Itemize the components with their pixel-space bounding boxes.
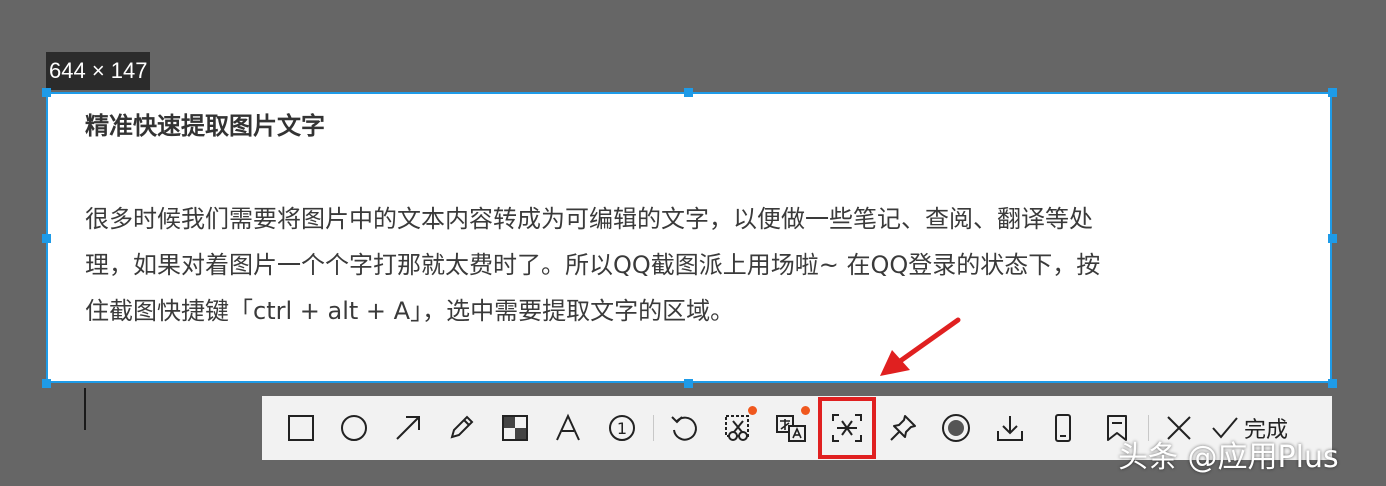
download-icon (996, 416, 1023, 441)
pin-icon (890, 415, 916, 441)
resize-handle-top[interactable] (684, 88, 693, 97)
text-icon (556, 413, 581, 441)
document-body: 很多时候我们需要将图片中的文本内容转成为可编辑的文字，以便做一些笔记、查阅、翻译… (85, 196, 1335, 334)
download-button[interactable] (983, 396, 1037, 460)
ellipse-icon (341, 415, 368, 441)
record-button[interactable] (930, 396, 984, 460)
pencil-icon (450, 415, 474, 439)
resize-handle-left[interactable] (42, 234, 51, 243)
document-line: 理，如果对着图片一个个字打那就太费时了。所以QQ截图派上用场啦~ 在QQ登录的状… (85, 251, 1101, 279)
arrow-icon (396, 416, 420, 440)
document-line: 很多时候我们需要将图片中的文本内容转成为可编辑的文字，以便做一些笔记、查阅、翻译… (85, 205, 1093, 233)
arrow-tool-button[interactable] (381, 396, 435, 460)
scissors-tool-button[interactable] (711, 396, 765, 460)
text-tool-button[interactable] (542, 396, 596, 460)
ellipse-tool-button[interactable] (328, 396, 382, 460)
mosaic-tool-button[interactable] (488, 396, 542, 460)
new-badge (801, 406, 810, 415)
document-line: 住截图快捷键「ctrl + alt + A」，选中需要提取文字的区域。 (85, 297, 735, 325)
phone-icon (1055, 414, 1072, 442)
number-marker-tool-button[interactable]: 1 (595, 396, 649, 460)
extract-text-button[interactable] (818, 397, 876, 459)
document-title: 精准快速提取图片文字 (85, 112, 325, 140)
new-badge (747, 406, 757, 415)
text-cursor (84, 388, 86, 430)
resize-handle-bottom-right[interactable] (1328, 379, 1337, 388)
pencil-tool-button[interactable] (435, 396, 489, 460)
resize-handle-bottom[interactable] (684, 379, 693, 388)
resize-handle-bottom-left[interactable] (42, 379, 51, 388)
watermark-text: 头条 @应用Plus (1118, 440, 1339, 475)
mosaic-icon (501, 415, 528, 441)
undo-icon (671, 416, 698, 441)
translate-tool-button[interactable] (765, 396, 819, 460)
annotation-arrow-icon (880, 317, 961, 376)
svg-text:1: 1 (617, 419, 627, 438)
scissors-icon (724, 415, 749, 441)
resize-handle-top-left[interactable] (42, 88, 51, 97)
translate-icon (776, 415, 807, 442)
capture-selection-area[interactable]: 精准快速提取图片文字 很多时候我们需要将图片中的文本内容转成为可编辑的文字，以便… (46, 92, 1332, 383)
extract-text-icon (832, 414, 862, 442)
pin-button[interactable] (876, 396, 930, 460)
undo-button[interactable] (658, 396, 712, 460)
toolbar-divider (652, 415, 654, 441)
record-icon (942, 414, 971, 442)
rectangle-icon (287, 415, 314, 441)
selection-size-label: 644 × 147 (46, 52, 151, 90)
send-to-phone-button[interactable] (1037, 396, 1091, 460)
rectangle-tool-button[interactable] (274, 396, 328, 460)
resize-handle-top-right[interactable] (1328, 88, 1337, 97)
number-marker-icon: 1 (608, 415, 635, 441)
resize-handle-right[interactable] (1328, 234, 1337, 243)
